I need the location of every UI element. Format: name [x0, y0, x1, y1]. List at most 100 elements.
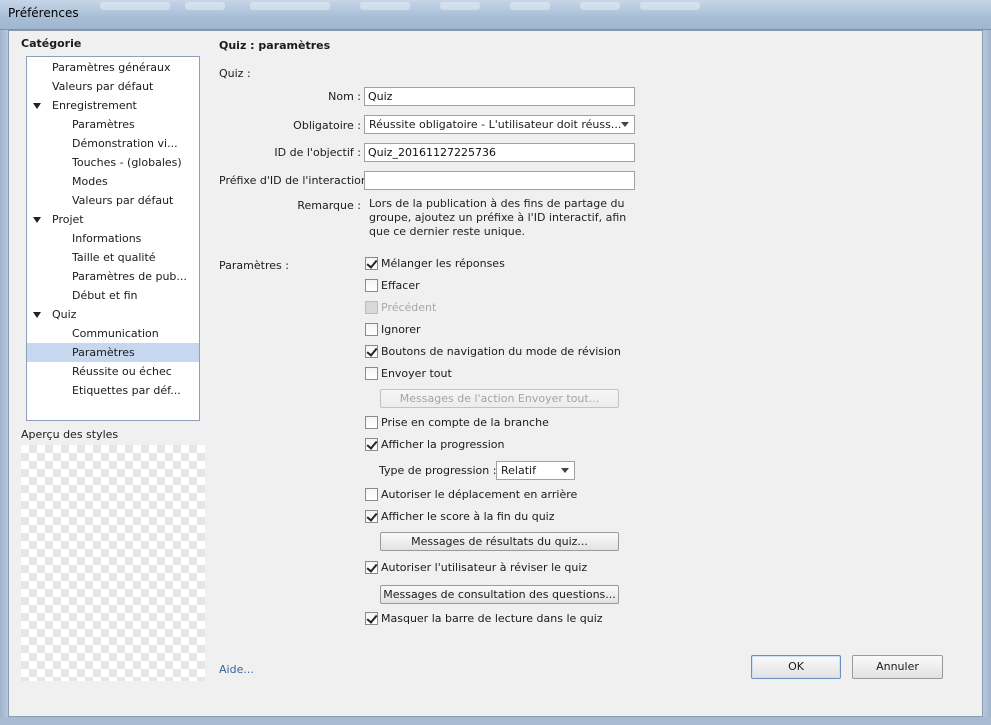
required-select-value: Réussite obligatoire - L'utilisateur doi… [369, 118, 622, 131]
tree-item-label: Début et fin [72, 289, 138, 302]
review-navigation-checkbox[interactable]: Boutons de navigation du mode de révisio… [365, 345, 621, 361]
background-toolbar-ghost [360, 2, 410, 10]
progress-type-label: Type de progression : [379, 464, 497, 477]
objective-id-label: ID de l'objectif : [274, 146, 361, 159]
checkbox-box[interactable] [365, 279, 378, 292]
category-tree[interactable]: Paramètres généraux Valeurs par défaut Enr… [26, 56, 200, 421]
allow-review-checkbox[interactable]: Autoriser l'utilisateur à réviser le qui… [365, 561, 587, 577]
branch-aware-checkbox[interactable]: Prise en compte de la branche [365, 416, 549, 432]
checkbox-label: Mélanger les réponses [381, 257, 505, 270]
tree-item-label: Etiquettes par déf... [72, 384, 181, 397]
title-bar: Préférences [0, 0, 991, 30]
checkbox-box[interactable] [365, 345, 378, 358]
tree-item[interactable]: Démonstration vi... [27, 134, 199, 153]
allow-backward-checkbox[interactable]: Autoriser le déplacement en arrière [365, 488, 577, 504]
checkbox-label: Autoriser l'utilisateur à réviser le qui… [381, 561, 588, 574]
required-label: Obligatoire : [293, 119, 361, 132]
checkbox-box[interactable] [365, 510, 378, 523]
tree-item-label: Communication [72, 327, 159, 340]
shuffle-answers-checkbox[interactable]: Mélanger les réponses [365, 257, 505, 273]
cancel-button[interactable]: Annuler [852, 655, 943, 679]
submit-all-checkbox[interactable]: Envoyer tout [365, 367, 452, 383]
tree-item[interactable]: Réussite ou échec [27, 362, 199, 381]
tree-item[interactable]: Paramètres [27, 343, 199, 362]
tree-item[interactable]: Valeurs par défaut [27, 77, 199, 96]
tree-item-label: Paramètres [72, 346, 135, 359]
checkbox-box[interactable] [365, 257, 378, 270]
style-preview [21, 445, 205, 681]
objective-id-field[interactable] [364, 143, 635, 162]
background-toolbar-ghost [640, 2, 700, 10]
checkbox-box[interactable] [365, 612, 378, 625]
background-toolbar-ghost [510, 2, 550, 10]
tree-item-label: Paramètres de pub... [72, 270, 187, 283]
progress-type-select[interactable]: Relatif [496, 461, 575, 480]
tree-item[interactable]: Touches - (globales) [27, 153, 199, 172]
expand-arrow-icon[interactable] [33, 217, 41, 223]
remark-label: Remarque : [297, 199, 361, 212]
tree-item-label: Démonstration vi... [72, 137, 178, 150]
review-messages-button[interactable]: Messages de consultation des questions..… [380, 585, 619, 604]
checkbox-label: Ignorer [381, 323, 421, 336]
ok-button[interactable]: OK [751, 655, 841, 679]
checkbox-box[interactable] [365, 416, 378, 429]
chevron-down-icon [621, 122, 629, 127]
submit-all-messages-button: Messages de l'action Envoyer tout... [380, 389, 619, 408]
background-toolbar-ghost [580, 2, 620, 10]
tree-item-label: Valeurs par défaut [72, 194, 174, 207]
category-heading: Catégorie [21, 37, 82, 50]
show-score-checkbox[interactable]: Afficher le score à la fin du quiz [365, 510, 555, 526]
tree-item[interactable]: Valeurs par défaut [27, 191, 199, 210]
checkbox-label: Autoriser le déplacement en arrière [381, 488, 578, 501]
tree-item[interactable]: Communication [27, 324, 199, 343]
checkbox-label: Précédent [381, 301, 437, 314]
show-progress-checkbox[interactable]: Afficher la progression [365, 438, 505, 454]
tree-item[interactable]: Taille et qualité [27, 248, 199, 267]
tree-item[interactable]: Début et fin [27, 286, 199, 305]
tree-item[interactable]: Enregistrement [27, 96, 199, 115]
tree-item[interactable]: Paramètres généraux [27, 58, 199, 77]
window-frame-left [0, 30, 8, 725]
tree-item-label: Paramètres généraux [52, 61, 171, 74]
checkbox-label: Envoyer tout [381, 367, 452, 380]
skip-checkbox[interactable]: Ignorer [365, 323, 421, 339]
tree-item[interactable]: Etiquettes par déf... [27, 381, 199, 400]
checkbox-label: Prise en compte de la branche [381, 416, 549, 429]
tree-item-label: Enregistrement [52, 99, 137, 112]
checkbox-box[interactable] [365, 438, 378, 451]
help-link[interactable]: Aide... [219, 663, 254, 676]
progress-type-value: Relatif [501, 464, 536, 477]
checkbox-box[interactable] [365, 561, 378, 574]
tree-item-label: Taille et qualité [72, 251, 156, 264]
tree-item[interactable]: Quiz [27, 305, 199, 324]
tree-item[interactable]: Projet [27, 210, 199, 229]
preferences-dialog: Catégorie Paramètres généraux Valeurs par… [8, 30, 983, 717]
checkbox-box [365, 301, 378, 314]
tree-item[interactable]: Paramètres [27, 115, 199, 134]
clear-checkbox[interactable]: Effacer [365, 279, 420, 295]
tree-item-label: Réussite ou échec [72, 365, 172, 378]
tree-item-label: Paramètres [72, 118, 135, 131]
hide-playbar-checkbox[interactable]: Masquer la barre de lecture dans le quiz [365, 612, 603, 628]
interaction-prefix-field[interactable] [364, 171, 635, 190]
name-field[interactable] [364, 87, 635, 106]
name-label: Nom : [328, 90, 361, 103]
expand-arrow-icon[interactable] [33, 312, 41, 318]
checkbox-box[interactable] [365, 488, 378, 501]
result-messages-button[interactable]: Messages de résultats du quiz... [380, 532, 619, 551]
checkbox-box[interactable] [365, 367, 378, 380]
tree-item[interactable]: Informations [27, 229, 199, 248]
checkbox-label: Boutons de navigation du mode de révisio… [381, 345, 621, 358]
tree-item[interactable]: Modes [27, 172, 199, 191]
tree-item-label: Touches - (globales) [72, 156, 182, 169]
background-toolbar-ghost [250, 2, 330, 10]
tree-item-label: Modes [72, 175, 108, 188]
checkbox-box[interactable] [365, 323, 378, 336]
expand-arrow-icon[interactable] [33, 103, 41, 109]
required-select[interactable]: Réussite obligatoire - L'utilisateur doi… [364, 115, 635, 134]
tree-item[interactable]: Paramètres de pub... [27, 267, 199, 286]
page-title: Quiz : paramètres [219, 39, 331, 52]
chevron-down-icon [561, 468, 569, 473]
window-frame-bottom [0, 717, 991, 725]
background-toolbar-ghost [185, 2, 225, 10]
